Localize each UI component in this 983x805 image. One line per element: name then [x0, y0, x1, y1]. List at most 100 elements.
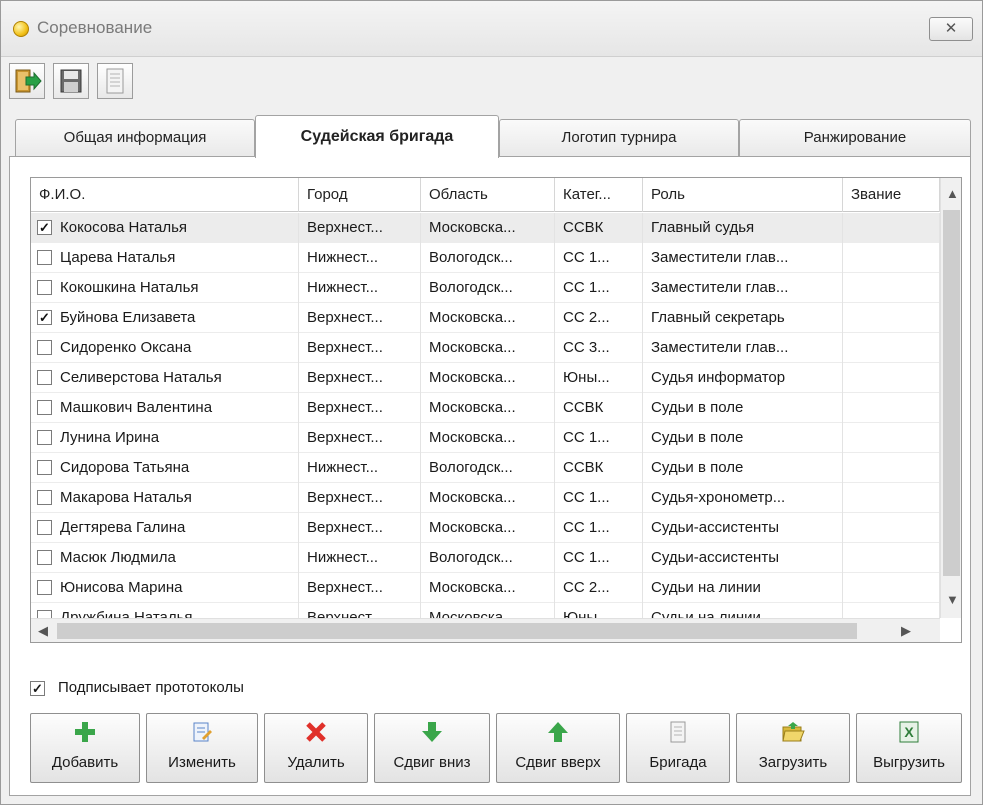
cell-region: Вологодск...	[421, 543, 555, 573]
cell-city: Верхнест...	[299, 363, 421, 393]
row-checkbox[interactable]: ✓	[37, 310, 52, 325]
vertical-scroll-thumb[interactable]	[943, 210, 960, 576]
scroll-up-icon[interactable]: ▲	[946, 186, 959, 201]
row-checkbox[interactable]	[37, 460, 52, 475]
table-row[interactable]: Масюк Людмила Нижнест... Вологодск... СС 1.…	[31, 543, 940, 573]
table-row[interactable]: Селиверстова Наталья Верхнест... Московска…	[31, 363, 940, 393]
judge-name: Сидоренко Оксана	[60, 339, 192, 356]
table-row[interactable]: Дегтярева Галина Верхнест... Московска... С…	[31, 513, 940, 543]
column-header-rank[interactable]: Звание	[843, 178, 940, 212]
document-icon	[670, 721, 686, 743]
tab-general-info[interactable]: Общая информация	[15, 119, 255, 157]
row-checkbox[interactable]	[37, 280, 52, 295]
cell-category: СС 1...	[555, 243, 643, 273]
cell-name: Лунина Ирина	[31, 423, 299, 453]
table-row[interactable]: Макарова Наталья Верхнест... Московска... С…	[31, 483, 940, 513]
tab-tournament-logo[interactable]: Логотип турнира	[499, 119, 739, 157]
team-button[interactable]: Бригада	[626, 713, 730, 783]
cell-city: Верхнест...	[299, 513, 421, 543]
vertical-scrollbar[interactable]: ▲ ▼	[940, 178, 961, 618]
cell-role: Судьи в поле	[643, 393, 843, 423]
move-down-button[interactable]: Сдвиг вниз	[374, 713, 490, 783]
add-button[interactable]: Добавить	[30, 713, 140, 783]
cell-region: Московска...	[421, 213, 555, 243]
judge-name: Селиверстова Наталья	[60, 369, 222, 386]
table-row[interactable]: Лунина Ирина Верхнест... Московска... СС 1.…	[31, 423, 940, 453]
row-checkbox[interactable]	[37, 340, 52, 355]
row-checkbox[interactable]	[37, 400, 52, 415]
table-row[interactable]: Царева Наталья Нижнест... Вологодск... СС 1…	[31, 243, 940, 273]
sign-protocols-label: Подписывает прототоколы	[58, 679, 244, 696]
column-header-role[interactable]: Роль	[643, 178, 843, 212]
judges-team-panel: Ф.И.О. Город Область Катег... Роль Звани…	[9, 156, 971, 796]
row-checkbox[interactable]: ✓	[37, 220, 52, 235]
cell-category: ССВК	[555, 453, 643, 483]
cell-role: Заместители глав...	[643, 273, 843, 303]
cell-category: СС 1...	[555, 423, 643, 453]
load-button[interactable]: Загрузить	[736, 713, 850, 783]
cell-category: СС 1...	[555, 483, 643, 513]
cell-role: Судья информатор	[643, 363, 843, 393]
move-up-button[interactable]: Сдвиг вверх	[496, 713, 620, 783]
table-row[interactable]: Кокошкина Наталья Нижнест... Вологодск... С…	[31, 273, 940, 303]
row-checkbox[interactable]	[37, 490, 52, 505]
cell-city: Верхнест...	[299, 393, 421, 423]
row-checkbox[interactable]	[37, 250, 52, 265]
tab-judges-team[interactable]: Судейская бригада	[255, 115, 499, 158]
cell-role: Главный судья	[643, 213, 843, 243]
cell-name: Макарова Наталья	[31, 483, 299, 513]
row-checkbox[interactable]	[37, 520, 52, 535]
judges-table: Ф.И.О. Город Область Катег... Роль Звани…	[30, 177, 962, 643]
cell-name: ✓ Кокосова Наталья	[31, 213, 299, 243]
scroll-down-icon[interactable]: ▼	[946, 592, 959, 607]
export-button[interactable]: X Выгрузить	[856, 713, 962, 783]
edit-button-label: Изменить	[168, 754, 236, 771]
table-row[interactable]: Юнисова Марина Верхнест... Московска... СС …	[31, 573, 940, 603]
team-button-label: Бригада	[649, 754, 707, 771]
cell-rank	[843, 243, 940, 273]
scroll-right-icon[interactable]: ▶	[901, 623, 911, 639]
cell-city: Верхнест...	[299, 423, 421, 453]
cell-rank	[843, 543, 940, 573]
judge-name: Царева Наталья	[60, 249, 176, 266]
cell-region: Московска...	[421, 573, 555, 603]
export-button-label: Выгрузить	[873, 754, 945, 771]
column-header-city[interactable]: Город	[299, 178, 421, 212]
column-header-region[interactable]: Область	[421, 178, 555, 212]
edit-button[interactable]: Изменить	[146, 713, 258, 783]
column-header-name[interactable]: Ф.И.О.	[31, 178, 299, 212]
exit-button[interactable]	[9, 63, 45, 99]
row-checkbox[interactable]	[37, 550, 52, 565]
scroll-left-icon[interactable]: ◀	[38, 623, 48, 639]
row-checkbox[interactable]	[37, 580, 52, 595]
cell-rank	[843, 213, 940, 243]
table-row[interactable]: Сидоренко Оксана Верхнест... Московска... С…	[31, 333, 940, 363]
folder-open-icon	[782, 722, 805, 742]
row-checkbox[interactable]	[37, 430, 52, 445]
sign-protocols-checkbox[interactable]: ✓	[30, 681, 45, 696]
save-button[interactable]	[53, 63, 89, 99]
table-row[interactable]: Машкович Валентина Верхнест... Московска..…	[31, 393, 940, 423]
delete-button-label: Удалить	[287, 754, 345, 771]
cell-city: Верхнест...	[299, 573, 421, 603]
row-checkbox[interactable]	[37, 370, 52, 385]
cell-region: Вологодск...	[421, 453, 555, 483]
cell-category: Юны...	[555, 363, 643, 393]
table-row[interactable]: ✓ Кокосова Наталья Верхнест... Московска...…	[31, 213, 940, 243]
cell-rank	[843, 453, 940, 483]
horizontal-scrollbar[interactable]: ◀ ▶	[31, 618, 940, 642]
delete-button[interactable]: Удалить	[264, 713, 368, 783]
horizontal-scroll-thumb[interactable]	[57, 623, 857, 639]
cell-region: Московска...	[421, 333, 555, 363]
app-icon	[13, 21, 29, 37]
judge-name: Масюк Людмила	[60, 549, 176, 566]
document-button[interactable]	[97, 63, 133, 99]
cell-name: Царева Наталья	[31, 243, 299, 273]
table-row[interactable]: ✓ Буйнова Елизавета Верхнест... Московска..…	[31, 303, 940, 333]
tab-ranking[interactable]: Ранжирование	[739, 119, 971, 157]
table-row[interactable]: Сидорова Татьяна Нижнест... Вологодск... СС…	[31, 453, 940, 483]
cell-rank	[843, 483, 940, 513]
column-header-category[interactable]: Катег...	[555, 178, 643, 212]
cell-role: Судьи на линии	[643, 573, 843, 603]
close-button[interactable]: ✕	[929, 17, 973, 41]
